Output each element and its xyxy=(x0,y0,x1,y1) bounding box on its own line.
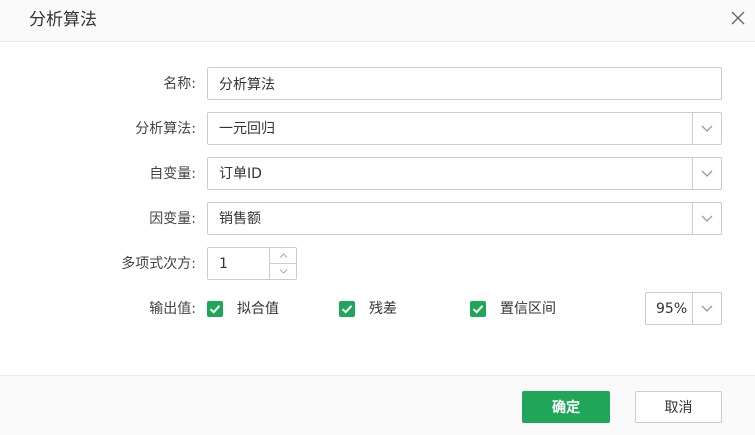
confidence-interval-label[interactable]: 置信区间 xyxy=(500,299,556,319)
chevron-up-icon xyxy=(279,253,287,258)
close-icon-graphic xyxy=(731,11,745,25)
polynomial-degree-label: 多项式次方: xyxy=(121,256,196,272)
dependent-variable-select[interactable]: 销售额 xyxy=(207,202,722,235)
checkmark-icon xyxy=(341,305,353,314)
name-label: 名称: xyxy=(163,76,196,92)
independent-variable-select[interactable]: 订单ID xyxy=(207,157,722,190)
dependent-variable-label: 因变量: xyxy=(149,211,196,227)
algorithm-label: 分析算法: xyxy=(135,121,196,137)
stepper-controls xyxy=(269,248,296,279)
output-values-label: 输出值: xyxy=(149,301,196,317)
independent-variable-label: 自变量: xyxy=(149,166,196,182)
name-input[interactable] xyxy=(208,68,721,99)
residual-label[interactable]: 残差 xyxy=(369,299,397,319)
confidence-level-dropdown-button[interactable] xyxy=(692,293,721,324)
confidence-interval-checkbox[interactable] xyxy=(470,301,486,317)
stepper-up-button[interactable] xyxy=(270,248,296,264)
polynomial-degree-stepper xyxy=(207,247,297,280)
confidence-level-select[interactable]: 95% xyxy=(645,292,722,325)
independent-variable-dropdown-button[interactable] xyxy=(692,158,721,189)
fitted-value-checkbox[interactable] xyxy=(207,301,223,317)
close-icon[interactable] xyxy=(728,8,748,28)
chevron-down-icon xyxy=(701,125,713,132)
confirm-button[interactable]: 确定 xyxy=(522,391,610,423)
polynomial-degree-input[interactable] xyxy=(208,248,270,279)
confidence-level-value: 95% xyxy=(656,301,688,317)
residual-checkbox[interactable] xyxy=(339,301,355,317)
chevron-down-icon xyxy=(701,170,713,177)
chevron-down-icon xyxy=(701,215,713,222)
dependent-variable-value: 销售额 xyxy=(219,211,261,227)
dialog-footer: 确定 取消 xyxy=(0,375,755,435)
algorithm-dropdown-button[interactable] xyxy=(692,113,721,144)
dependent-variable-dropdown-button[interactable] xyxy=(692,203,721,234)
algorithm-select[interactable]: 一元回归 xyxy=(207,112,722,145)
checkmark-icon xyxy=(209,305,221,314)
independent-variable-value: 订单ID xyxy=(219,166,262,182)
cancel-button[interactable]: 取消 xyxy=(635,391,722,423)
name-field-wrapper xyxy=(207,67,722,100)
fitted-value-label[interactable]: 拟合值 xyxy=(237,299,279,319)
chevron-down-icon xyxy=(701,305,713,312)
algorithm-value: 一元回归 xyxy=(219,121,275,137)
dialog-header: 分析算法 xyxy=(0,0,755,42)
stepper-down-button[interactable] xyxy=(270,264,296,280)
checkmark-icon xyxy=(472,305,484,314)
analysis-algorithm-dialog: 分析算法 名称: 分析算法: 一元回归 自变量: 订单ID 因变量: xyxy=(0,0,755,435)
chevron-down-icon xyxy=(279,268,287,274)
dialog-title: 分析算法 xyxy=(29,10,97,30)
